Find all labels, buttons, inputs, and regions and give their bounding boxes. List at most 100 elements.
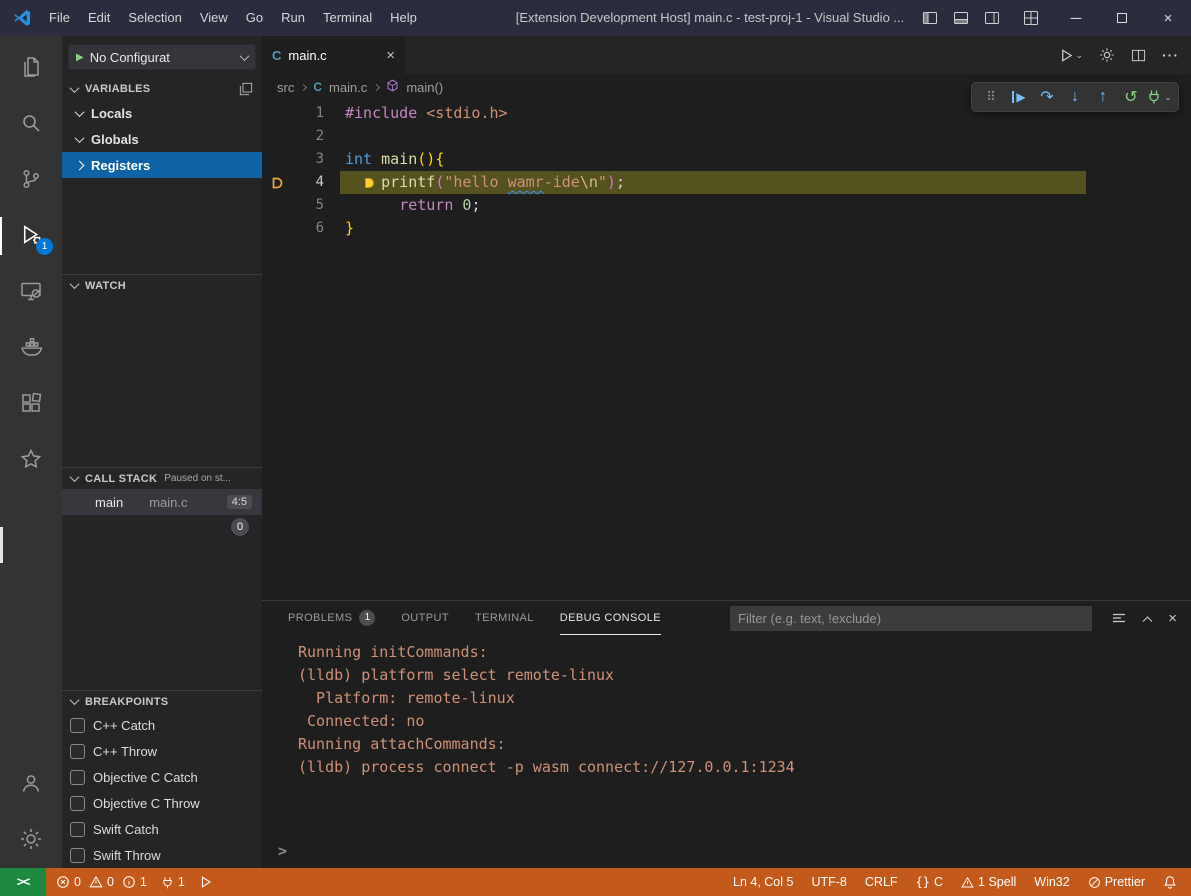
drag-handle-icon: ⠿ <box>986 89 996 105</box>
menu-view[interactable]: View <box>191 0 237 36</box>
code-line[interactable]: 3int main(){ <box>262 148 1191 171</box>
collapse-all-icon[interactable] <box>239 82 253 96</box>
breakpoint-checkbox[interactable] <box>70 770 85 785</box>
customize-layout-icon[interactable] <box>1023 10 1039 26</box>
maximize-button[interactable] <box>1099 0 1145 36</box>
section-header-watch[interactable]: WATCH <box>62 274 262 296</box>
variables-item-registers[interactable]: Registers <box>62 152 262 178</box>
code-line[interactable]: 5 return 0; <box>262 194 1191 217</box>
status-language[interactable]: {} C <box>916 875 943 889</box>
chevron-down-icon <box>240 51 250 61</box>
breakpoint-gutter[interactable] <box>262 102 296 125</box>
breakpoint-checkbox[interactable] <box>70 848 85 863</box>
breakpoint-row[interactable]: Objective C Catch <box>62 764 262 790</box>
activity-item-settings[interactable] <box>0 812 62 868</box>
section-header-breakpoints[interactable]: BREAKPOINTS <box>62 690 262 712</box>
continue-button[interactable]: ▶ <box>1006 84 1032 110</box>
code-editor[interactable]: 1#include <stdio.h>23int main(){4 printf… <box>262 100 1191 240</box>
breakpoint-row[interactable]: C++ Catch <box>62 712 262 738</box>
close-panel-icon[interactable]: × <box>1168 610 1177 627</box>
tab-main-c[interactable]: C main.c × <box>262 36 405 74</box>
breadcrumb-src[interactable]: src <box>277 80 294 95</box>
code-line[interactable]: 4 printf("hello wamr-ide\n"); <box>262 171 1191 194</box>
remote-indicator[interactable]: >< <box>0 868 46 896</box>
status-formatter[interactable]: Prettier <box>1088 875 1145 889</box>
call-stack-body <box>62 539 262 690</box>
breakpoint-gutter[interactable] <box>262 171 296 194</box>
more-actions-button[interactable]: ··· <box>1162 47 1179 63</box>
restart-button[interactable]: ↺ <box>1118 84 1144 110</box>
stack-frame-row[interactable]: main main.c 4:5 <box>62 489 262 515</box>
menu-edit[interactable]: Edit <box>79 0 119 36</box>
activity-item-extensions[interactable] <box>0 376 62 432</box>
status-spell[interactable]: 1 Spell <box>961 875 1016 889</box>
status-problems[interactable]: 0 0 1 <box>56 875 147 889</box>
status-encoding[interactable]: UTF-8 <box>811 875 846 889</box>
maximize-panel-icon[interactable] <box>1144 615 1151 622</box>
breakpoint-row[interactable]: Swift Catch <box>62 816 262 842</box>
lines-icon[interactable] <box>1111 610 1127 626</box>
toggle-sidebar-icon[interactable] <box>922 10 938 26</box>
panel-tab-output[interactable]: OUTPUT <box>401 601 449 635</box>
breakpoint-gutter[interactable] <box>262 194 296 217</box>
layout-controls <box>922 10 1053 26</box>
status-debug[interactable] <box>199 875 213 889</box>
breakpoint-checkbox[interactable] <box>70 718 85 733</box>
breakpoint-row[interactable]: Objective C Throw <box>62 790 262 816</box>
toggle-secondary-sidebar-icon[interactable] <box>984 10 1000 26</box>
status-ports[interactable]: 1 <box>161 875 185 889</box>
activity-item-source-control[interactable] <box>0 152 62 208</box>
activity-item-run-and-debug[interactable]: 1 <box>0 208 62 264</box>
menu-selection[interactable]: Selection <box>119 0 190 36</box>
close-button[interactable]: × <box>1145 0 1191 36</box>
menu-file[interactable]: File <box>40 0 79 36</box>
activity-item-favorites[interactable] <box>0 432 62 488</box>
status-notifications[interactable] <box>1163 875 1177 889</box>
activity-item-accounts[interactable] <box>0 756 62 812</box>
menu-terminal[interactable]: Terminal <box>314 0 381 36</box>
breakpoint-gutter[interactable] <box>262 125 296 148</box>
menu-go[interactable]: Go <box>237 0 272 36</box>
panel-tab-debug-console[interactable]: DEBUG CONSOLE <box>560 601 661 635</box>
console-filter-input[interactable] <box>730 606 1092 631</box>
breakpoint-row[interactable]: Swift Throw <box>62 842 262 868</box>
toggle-panel-icon[interactable] <box>953 10 969 26</box>
variables-item-locals[interactable]: Locals <box>62 100 262 126</box>
breakpoint-checkbox[interactable] <box>70 822 85 837</box>
activity-item-search[interactable] <box>0 96 62 152</box>
section-header-variables[interactable]: VARIABLES <box>62 78 262 100</box>
variables-item-globals[interactable]: Globals <box>62 126 262 152</box>
panel-tab-problems[interactable]: PROBLEMS1 <box>288 601 375 635</box>
minimize-button[interactable]: ─ <box>1053 0 1099 36</box>
breadcrumb-file[interactable]: main.c <box>329 80 367 95</box>
breakpoint-checkbox[interactable] <box>70 744 85 759</box>
step-into-button[interactable]: ↓ <box>1062 84 1088 110</box>
disconnect-button[interactable]: ⌄ <box>1146 84 1172 110</box>
close-tab-icon[interactable]: × <box>386 47 395 64</box>
code-line[interactable]: 2 <box>262 125 1191 148</box>
launch-config-dropdown[interactable]: ▶ No Configurat <box>68 44 256 70</box>
status-platform[interactable]: Win32 <box>1034 875 1069 889</box>
breakpoint-gutter[interactable] <box>262 148 296 171</box>
activity-item-explorer[interactable] <box>0 40 62 96</box>
status-cursor-position[interactable]: Ln 4, Col 5 <box>733 875 793 889</box>
activity-item-docker[interactable] <box>0 320 62 376</box>
drag-handle-button[interactable]: ⠿ <box>978 84 1004 110</box>
configure-button[interactable] <box>1099 47 1115 63</box>
breadcrumb-symbol[interactable]: main() <box>406 80 443 95</box>
status-eol[interactable]: CRLF <box>865 875 898 889</box>
console-prompt[interactable]: > <box>278 842 287 860</box>
panel-tab-terminal[interactable]: TERMINAL <box>475 601 534 635</box>
menu-help[interactable]: Help <box>381 0 426 36</box>
step-out-button[interactable]: ↑ <box>1090 84 1116 110</box>
code-line[interactable]: 6} <box>262 217 1191 240</box>
step-over-button[interactable]: ↷ <box>1034 84 1060 110</box>
breakpoint-gutter[interactable] <box>262 217 296 240</box>
run-or-debug-button[interactable]: ⌄ <box>1059 48 1083 63</box>
section-header-call-stack[interactable]: CALL STACK Paused on st... <box>62 467 262 489</box>
menu-run[interactable]: Run <box>272 0 314 36</box>
breakpoint-row[interactable]: C++ Throw <box>62 738 262 764</box>
split-editor-button[interactable] <box>1131 48 1146 63</box>
activity-item-remote-explorer[interactable] <box>0 264 62 320</box>
breakpoint-checkbox[interactable] <box>70 796 85 811</box>
